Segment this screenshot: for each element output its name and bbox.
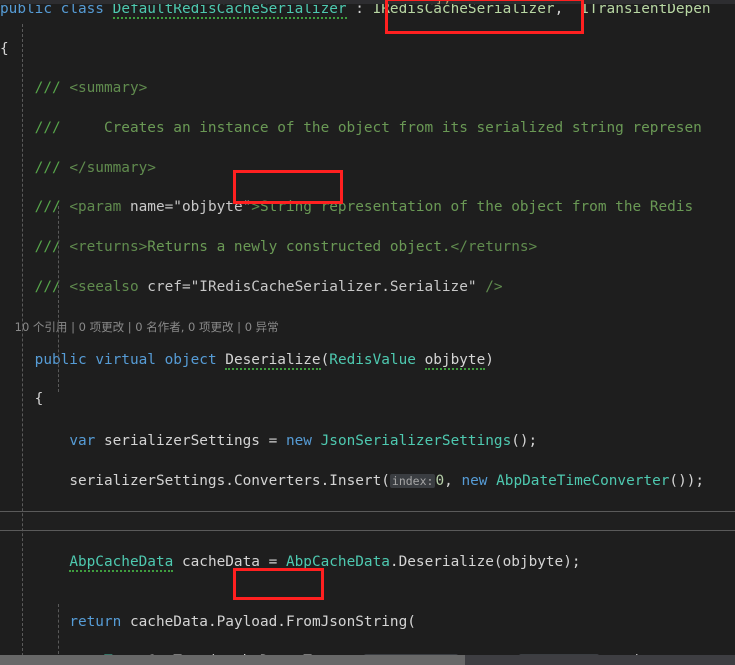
current-line-highlight[interactable]: [0, 511, 735, 531]
code-line[interactable]: return cacheData.Payload.FromJsonString(: [0, 613, 735, 633]
codelens-text[interactable]: 10 个引用 | 0 项更改 | 0 名作者, 0 项更改 | 0 异常: [15, 320, 279, 334]
clipped-previous-line: };: [0, 0, 735, 4]
code-line[interactable]: var serializerSettings = new JsonSeriali…: [0, 432, 735, 452]
doc-comment-line[interactable]: /// <seealso cref="IRedisCacheSerializer…: [0, 278, 735, 298]
inlay-hint-index: index:: [389, 473, 436, 488]
code-line[interactable]: AbpCacheData cacheData = AbpCacheData.De…: [0, 553, 735, 573]
doc-comment-line[interactable]: /// Creates an instance of the object fr…: [0, 119, 735, 139]
codelens-bar[interactable]: 10 个引用 | 0 项更改 | 0 名作者, 0 项更改 | 0 异常: [0, 319, 735, 336]
code-line-deserialize-signature[interactable]: public virtual object Deserialize(RedisV…: [0, 351, 735, 371]
doc-comment-line[interactable]: /// </summary>: [0, 159, 735, 179]
code-line[interactable]: {: [0, 40, 735, 60]
doc-comment-line[interactable]: /// <param name="objbyte">String represe…: [0, 198, 735, 218]
code-line[interactable]: {: [0, 390, 735, 410]
horizontal-scrollbar[interactable]: [0, 655, 735, 665]
code-line[interactable]: serializerSettings.Converters.Insert(ind…: [0, 472, 735, 492]
doc-comment-line[interactable]: /// <summary>: [0, 79, 735, 99]
clipped-line-fragment: };: [420, 0, 452, 4]
horizontal-scrollbar-thumb[interactable]: [0, 655, 465, 665]
code-surface[interactable]: public class DefaultRedisCacheSerializer…: [0, 0, 735, 655]
doc-comment-line[interactable]: /// <returns>Returns a newly constructed…: [0, 238, 735, 258]
code-editor[interactable]: }; public class DefaultRedisCacheSeriali…: [0, 0, 735, 665]
